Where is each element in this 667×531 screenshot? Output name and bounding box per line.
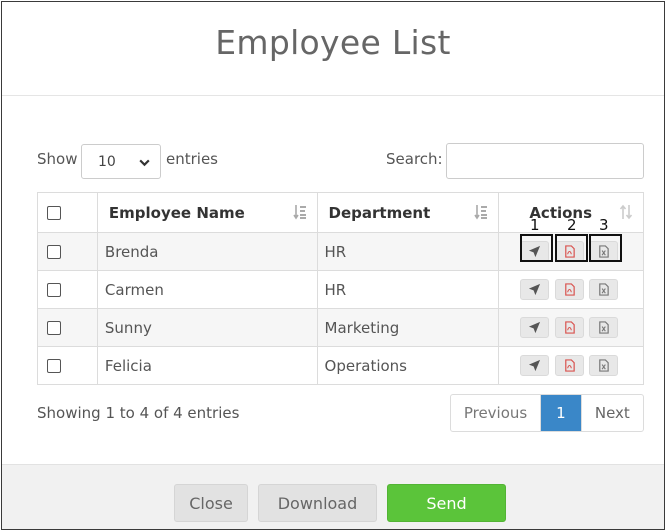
modal-title: Employee List xyxy=(215,23,451,62)
paper-plane-icon xyxy=(529,283,541,296)
pdf-action-button[interactable] xyxy=(555,279,585,300)
send-action-button[interactable] xyxy=(520,279,550,300)
department-cell: Operations xyxy=(316,346,500,385)
callout-number-2: 2 xyxy=(567,216,577,234)
callout-box-2 xyxy=(555,234,588,262)
pdf-file-icon xyxy=(565,359,576,372)
employee-name-cell: Brenda xyxy=(96,232,318,271)
sort-icon xyxy=(474,205,488,220)
row-select-cell xyxy=(37,232,98,271)
employee-name-cell: Felicia xyxy=(96,346,318,385)
pdf-action-button[interactable] xyxy=(555,317,585,338)
excel-action-button[interactable] xyxy=(589,279,619,300)
paper-plane-icon xyxy=(529,321,541,334)
page-1-button[interactable]: 1 xyxy=(541,395,581,431)
close-button[interactable]: Close xyxy=(174,484,248,522)
callout-box-3 xyxy=(589,234,622,262)
employee-table: Employee Name Department Actions Brenda … xyxy=(37,192,644,385)
header-employee-name-label: Employee Name xyxy=(108,204,245,222)
sort-icon xyxy=(292,205,306,220)
department-cell: HR xyxy=(316,232,500,271)
show-label: Show xyxy=(37,150,78,168)
excel-file-icon xyxy=(599,359,610,372)
download-button[interactable]: Download xyxy=(258,484,377,522)
excel-action-button[interactable] xyxy=(589,355,619,376)
header-employee-name[interactable]: Employee Name xyxy=(96,192,318,233)
header-select-cell xyxy=(37,192,98,233)
chevron-down-icon xyxy=(139,159,150,167)
department-cell: Marketing xyxy=(316,308,500,347)
excel-file-icon xyxy=(599,321,610,334)
entries-label: entries xyxy=(166,150,218,168)
send-action-button[interactable] xyxy=(520,317,550,338)
header-department-label: Department xyxy=(328,204,431,222)
table-row: Sunny Marketing xyxy=(37,308,644,347)
department: Marketing xyxy=(324,318,400,337)
callout-number-1: 1 xyxy=(530,216,540,234)
send-action-button[interactable] xyxy=(520,355,550,376)
send-button[interactable]: Send xyxy=(387,484,506,522)
department: Operations xyxy=(324,356,407,375)
search-label: Search: xyxy=(386,150,443,168)
page-size-select[interactable]: 10 xyxy=(81,144,161,179)
employee-name: Brenda xyxy=(104,242,159,261)
callout-number-3: 3 xyxy=(599,216,609,234)
employee-name-cell: Sunny xyxy=(96,308,318,347)
callout-box-1 xyxy=(520,234,553,262)
modal-footer: Close Download Send xyxy=(2,464,664,529)
table-row: Carmen HR xyxy=(37,270,644,309)
pdf-file-icon xyxy=(565,283,576,296)
search-input[interactable] xyxy=(446,143,644,179)
row-checkbox[interactable] xyxy=(47,244,61,259)
employee-list-modal: Employee List Show 10 entries Search: Em… xyxy=(1,1,665,530)
employee-name-cell: Carmen xyxy=(96,270,318,309)
row-select-cell xyxy=(37,270,98,309)
row-checkbox[interactable] xyxy=(47,320,61,335)
actions-cell xyxy=(498,346,644,385)
pdf-action-button[interactable] xyxy=(555,355,585,376)
actions-cell xyxy=(498,308,644,347)
select-all-checkbox[interactable] xyxy=(47,205,61,220)
next-page-button[interactable]: Next xyxy=(580,395,643,431)
row-checkbox[interactable] xyxy=(47,358,61,373)
row-select-cell xyxy=(37,346,98,385)
table-header-row: Employee Name Department Actions xyxy=(37,192,644,233)
row-checkbox[interactable] xyxy=(47,282,61,297)
employee-name: Carmen xyxy=(104,280,164,299)
row-select-cell xyxy=(37,308,98,347)
table-info: Showing 1 to 4 of 4 entries xyxy=(37,404,240,422)
pagination: Previous 1 Next xyxy=(450,394,644,432)
table-row: Felicia Operations xyxy=(37,346,644,385)
department: HR xyxy=(324,242,347,261)
department: HR xyxy=(324,280,347,299)
sort-both-icon xyxy=(619,204,633,220)
excel-action-button[interactable] xyxy=(589,317,619,338)
pdf-file-icon xyxy=(565,321,576,334)
previous-page-button[interactable]: Previous xyxy=(451,395,542,431)
employee-name: Felicia xyxy=(104,356,152,375)
department-cell: HR xyxy=(316,270,500,309)
employee-name: Sunny xyxy=(104,318,152,337)
modal-header: Employee List xyxy=(2,2,664,96)
page-size-value: 10 xyxy=(98,154,116,170)
header-department[interactable]: Department xyxy=(316,192,500,233)
actions-cell xyxy=(498,270,644,309)
excel-file-icon xyxy=(599,283,610,296)
paper-plane-icon xyxy=(529,359,541,372)
